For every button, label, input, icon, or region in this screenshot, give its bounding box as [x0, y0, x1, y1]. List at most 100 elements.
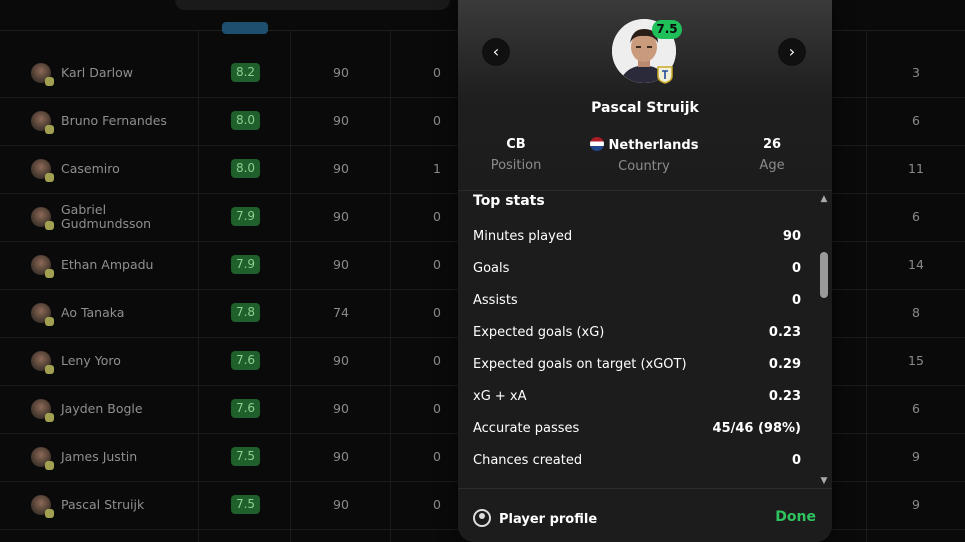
player-name-cell: James Justin	[61, 449, 138, 464]
player-name-cell: Jayden Bogle	[61, 401, 143, 416]
player-name-cell: Karl Darlow	[61, 65, 133, 80]
club-badge-icon	[45, 221, 54, 230]
stat-cell: 0	[433, 497, 441, 512]
stat-label: Chances created	[473, 453, 583, 468]
rating-badge: 7.8	[231, 303, 260, 322]
stat-value: 0	[791, 293, 801, 308]
rating-badge: 7.6	[231, 399, 260, 418]
last-column-cell: 14	[908, 257, 924, 272]
age-value: 26	[762, 137, 782, 152]
stat-cell: 0	[433, 209, 441, 224]
country-label: Country	[618, 159, 670, 174]
last-column-cell: 6	[912, 209, 920, 224]
minutes-cell: 90	[333, 257, 349, 272]
player-stats-modal: ‹ › 7.5 Pascal Struijk CB Position Nethe…	[458, 0, 832, 542]
stat-label: Accurate passes	[473, 421, 580, 436]
player-avatar	[31, 255, 54, 278]
player-avatar	[31, 207, 54, 230]
stat-label: Assists	[473, 293, 518, 308]
club-badge-icon	[45, 269, 54, 278]
player-rating-badge: 7.5	[652, 20, 682, 39]
stat-cell: 0	[433, 113, 441, 128]
player-avatar	[31, 63, 54, 86]
scrollbar-track[interactable]	[820, 206, 828, 472]
club-badge-icon	[45, 509, 54, 518]
rating-badge: 8.0	[231, 159, 260, 178]
stat-label: xG + xA	[473, 389, 527, 404]
stat-value: 0	[791, 261, 801, 276]
stat-value: 0.23	[768, 389, 801, 404]
stat-cell: 0	[433, 305, 441, 320]
rating-badge: 7.5	[231, 495, 260, 514]
last-column-cell: 9	[912, 497, 920, 512]
stat-cell: 0	[433, 353, 441, 368]
player-avatar	[31, 303, 54, 326]
minutes-cell: 90	[333, 65, 349, 80]
minutes-cell: 90	[333, 113, 349, 128]
player-avatar	[31, 159, 54, 182]
stat-cell: 0	[433, 449, 441, 464]
player-avatar	[31, 111, 54, 134]
player-name-cell: Casemiro	[61, 161, 120, 176]
scroll-down-arrow-icon[interactable]: ▼	[817, 476, 831, 486]
minutes-cell: 90	[333, 209, 349, 224]
rating-badge: 7.5	[231, 447, 260, 466]
netherlands-flag-icon	[589, 137, 604, 151]
stat-cell: 0	[433, 257, 441, 272]
stats-scrollbar[interactable]: ▲ ▼	[817, 194, 831, 486]
rating-badge: 7.9	[231, 207, 260, 226]
player-avatar	[31, 351, 54, 374]
age-info: 26 Age	[741, 137, 803, 173]
minutes-cell: 90	[333, 449, 349, 464]
player-profile-label: Player profile	[499, 512, 598, 527]
player-avatar	[31, 399, 54, 422]
club-crest-icon	[657, 66, 673, 84]
player-name-cell: Pascal Struijk	[61, 497, 145, 512]
stat-cell: 0	[433, 401, 441, 416]
stat-cell: 1	[433, 161, 441, 176]
player-name-cell: Ethan Ampadu	[61, 257, 154, 272]
position-info: CB Position	[475, 137, 557, 173]
minutes-cell: 90	[333, 497, 349, 512]
rating-badge: 8.2	[231, 63, 260, 82]
stat-label: Expected goals on target (xGOT)	[473, 357, 687, 372]
user-icon	[473, 509, 491, 527]
club-badge-icon	[45, 77, 54, 86]
club-badge-icon	[45, 413, 54, 422]
last-column-cell: 6	[912, 401, 920, 416]
player-name-cell: Bruno Fernandes	[61, 113, 167, 128]
stat-value: 0.29	[768, 357, 801, 372]
club-badge-icon	[45, 461, 54, 470]
previous-player-button[interactable]: ‹	[482, 38, 510, 66]
modal-header: ‹ › 7.5 Pascal Struijk CB Position Nethe…	[458, 0, 832, 191]
minutes-cell: 90	[333, 353, 349, 368]
stat-value: 90	[782, 229, 801, 244]
stat-label: Goals	[473, 261, 510, 276]
last-column-cell: 15	[908, 353, 924, 368]
partial-rating-badge	[222, 22, 268, 34]
stat-value: 0	[791, 453, 801, 468]
player-name-cell: Leny Yoro	[61, 353, 121, 368]
player-avatar	[31, 447, 54, 470]
stat-label: Expected goals (xG)	[473, 325, 605, 340]
scrollbar-thumb[interactable]	[820, 252, 828, 298]
country-value: Netherlands	[608, 138, 699, 153]
player-avatar	[31, 495, 54, 518]
player-name-cell: Gabriel Gudmundsson	[61, 202, 152, 231]
club-badge-icon	[45, 125, 54, 134]
stat-cell: 0	[433, 65, 441, 80]
rating-badge: 7.9	[231, 255, 260, 274]
minutes-cell: 90	[333, 161, 349, 176]
done-button[interactable]: Done	[775, 509, 816, 525]
top-stats-title: Top stats	[473, 193, 545, 209]
modal-footer: Player profile Done	[458, 488, 832, 542]
scroll-up-arrow-icon[interactable]: ▲	[817, 194, 831, 204]
last-column-cell: 8	[912, 305, 920, 320]
last-column-cell: 3	[912, 65, 920, 80]
club-badge-icon	[45, 173, 54, 182]
position-value: CB	[506, 137, 526, 152]
stat-value: 0.23	[768, 325, 801, 340]
player-profile-link[interactable]: Player profile	[473, 509, 597, 527]
next-player-button[interactable]: ›	[778, 38, 806, 66]
last-column-cell: 9	[912, 449, 920, 464]
